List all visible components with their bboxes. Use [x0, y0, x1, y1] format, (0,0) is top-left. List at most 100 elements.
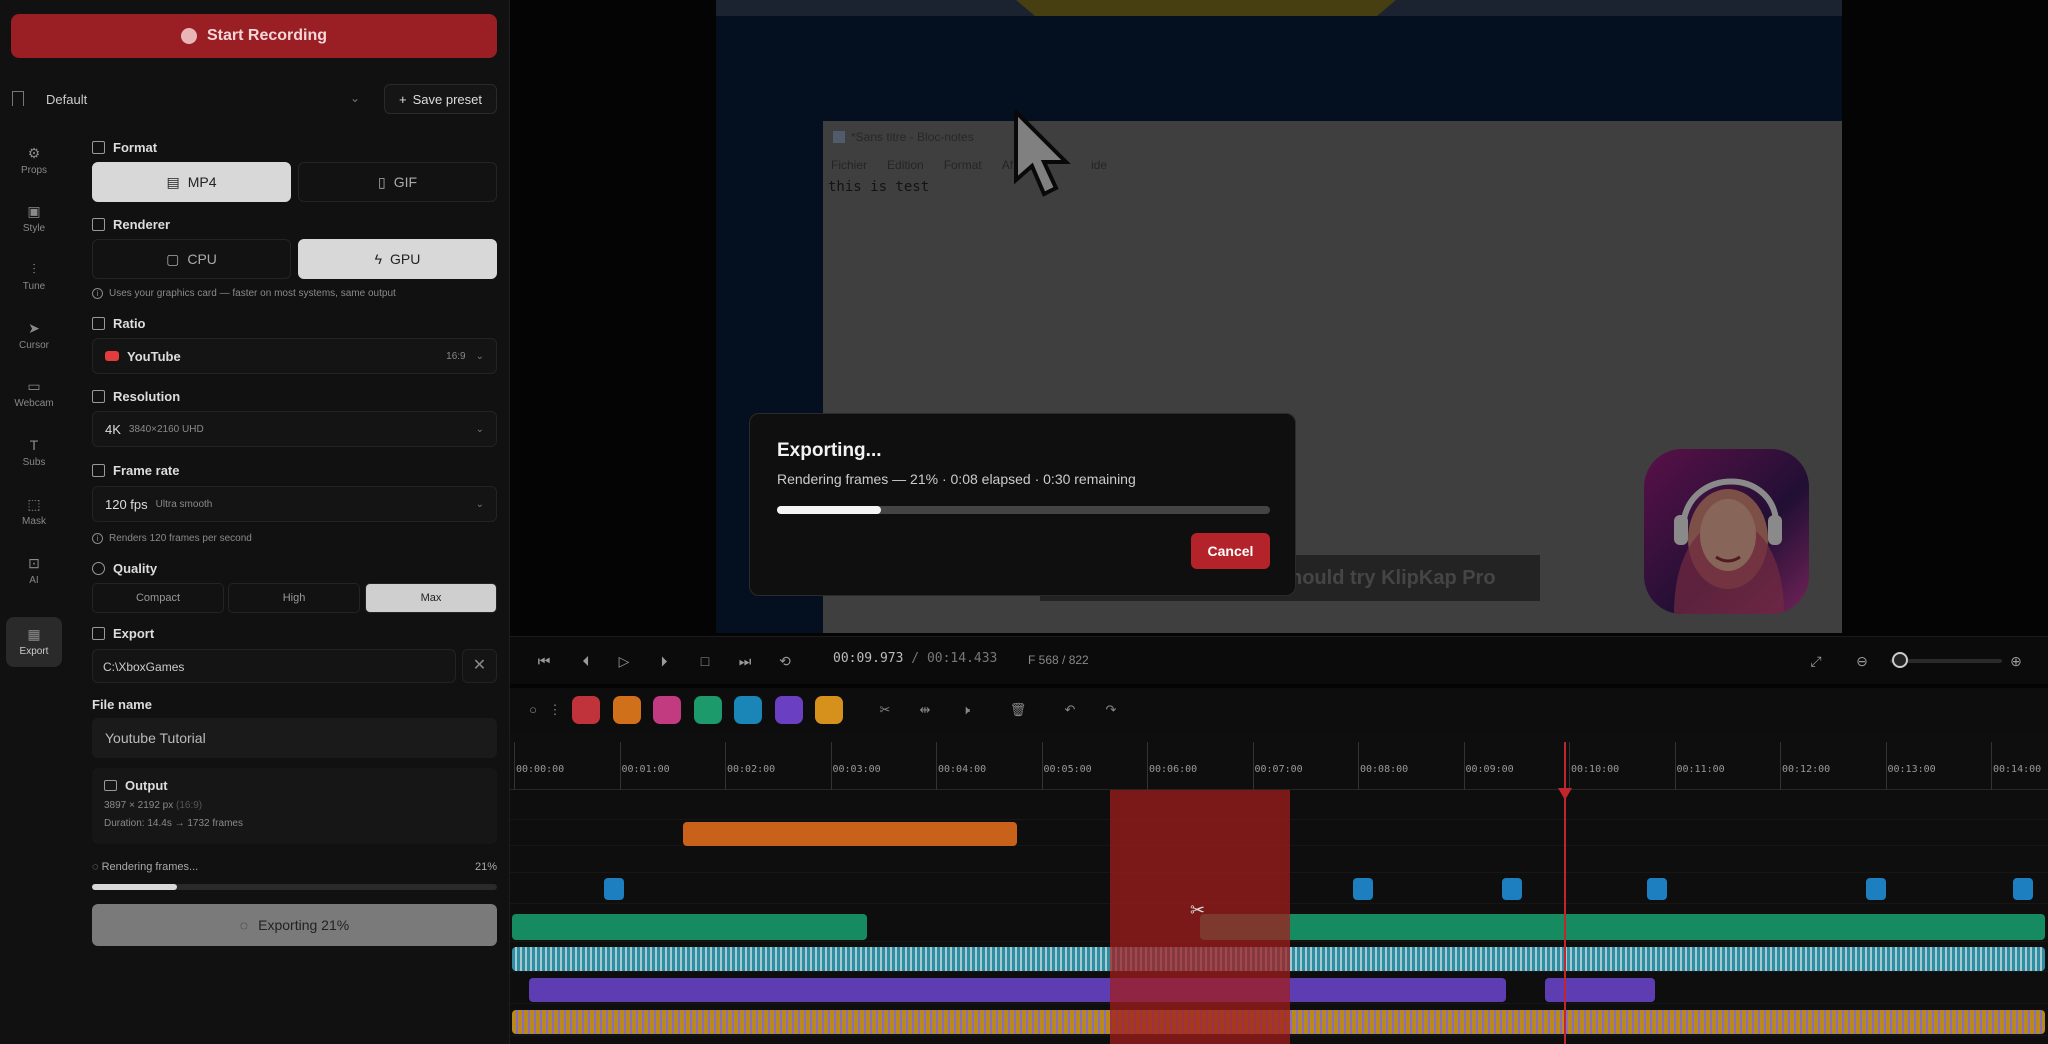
framerate-select[interactable]: 120 fps Ultra smooth ⌄: [92, 486, 497, 522]
ratio-select[interactable]: YouTube 16:9 ⌄: [92, 338, 497, 374]
sidebar-item-cursor[interactable]: ➤ Cursor: [6, 311, 62, 361]
add-track-chip[interactable]: [612, 696, 641, 724]
add-track-chip[interactable]: [815, 696, 843, 724]
save-preset-button[interactable]: + Save preset: [384, 84, 497, 114]
exporting-button[interactable]: ◌ Exporting 21%: [92, 904, 497, 946]
mask-icon: ⬚: [27, 496, 41, 512]
spinner-icon: ◌: [239, 917, 249, 933]
format-mp4-label: MP4: [187, 174, 217, 190]
keyframe[interactable]: [1353, 878, 1373, 900]
zoom-clip[interactable]: [512, 914, 867, 940]
chevron-down-icon: ⌄: [475, 498, 484, 510]
format-mp4-button[interactable]: ▤ MP4: [92, 162, 291, 202]
renderer-cpu-button[interactable]: ▢ CPU: [92, 239, 291, 279]
loop-icon[interactable]: ⟲: [775, 651, 795, 671]
resolution-select[interactable]: 4K 3840×2160 UHD ⌄: [92, 411, 497, 447]
quality-high-button[interactable]: High: [228, 583, 360, 613]
framerate-sub: Ultra smooth: [155, 498, 213, 510]
add-track-chip[interactable]: [734, 696, 762, 724]
sidebar-item-tune[interactable]: ⫶ Tune: [6, 252, 62, 302]
timeline-clip[interactable]: [683, 822, 1017, 846]
drag-handle-icon[interactable]: ⋮: [546, 701, 564, 719]
sidebar-item-webcam[interactable]: ▭ Webcam: [6, 369, 62, 419]
ruler-tick: [1358, 742, 1359, 790]
timeline[interactable]: 00:00:00 00:01:00 00:02:00 00:03:00 00:04:00…: [510, 732, 2048, 1044]
sidebar-item-mask[interactable]: ⬚ Mask: [6, 487, 62, 537]
film-icon: [92, 464, 105, 477]
quality-compact-button[interactable]: Compact: [92, 583, 224, 613]
ratio-value: YouTube: [127, 348, 181, 364]
frame-counter: F 568 / 822: [1028, 653, 1089, 667]
timeline-ruler[interactable]: 00:00:00 00:01:00 00:02:00 00:03:00 00:04:00…: [510, 732, 2048, 790]
format-gif-button[interactable]: ▯ GIF: [298, 162, 497, 202]
info-icon: i: [92, 288, 103, 299]
transport-bar: ⏮ ⏴ ▷ ⏵ □ ⏭ ⟲ 00:09.973 / 00:14.433 F 56…: [510, 636, 2048, 684]
format-title-text: Format: [113, 140, 158, 155]
quality-title: Quality: [92, 561, 157, 576]
render-status-label: Rendering frames...: [101, 861, 199, 873]
renderer-title: Renderer: [92, 217, 170, 232]
export-path-input[interactable]: C:\XboxGames: [92, 649, 456, 683]
step-forward-icon[interactable]: ⏵: [654, 651, 674, 671]
keyframe[interactable]: [1647, 878, 1667, 900]
volume-icon[interactable]: 🕨: [957, 701, 975, 719]
export-title-text: Export: [113, 626, 155, 641]
add-track-chip[interactable]: [693, 696, 722, 724]
chevron-down-icon: ⌄: [475, 350, 484, 362]
ruler-tick-label: 00:07:00: [1254, 764, 1303, 775]
zoom-in-icon[interactable]: ⊕: [2006, 651, 2026, 671]
sidebar-item-ai[interactable]: ⊡ AI: [6, 546, 62, 596]
ruler-tick: [619, 742, 621, 790]
fullscreen-icon[interactable]: ⤢: [1806, 651, 1826, 671]
playhead[interactable]: [1564, 742, 1566, 1044]
close-icon: ✕: [472, 657, 487, 674]
resolution-title: Resolution: [92, 389, 180, 404]
ruler-tick-label: 00:08:00: [1360, 764, 1409, 775]
sidebar-item-label: Cursor: [18, 340, 49, 351]
keyframe[interactable]: [1502, 878, 1522, 900]
skip-end-icon[interactable]: ⏭: [735, 651, 755, 671]
add-track-chip[interactable]: [572, 696, 600, 724]
add-track-chip[interactable]: [774, 696, 803, 724]
ruler-tick-label: 00:12:00: [1782, 764, 1831, 775]
play-icon[interactable]: ▷: [614, 651, 634, 671]
clear-path-button[interactable]: ✕: [462, 649, 497, 683]
keyframe[interactable]: [1866, 878, 1886, 900]
trash-icon[interactable]: 🗑: [1009, 701, 1027, 719]
zoom-slider-handle[interactable]: [1892, 652, 1908, 668]
split-icon[interactable]: ⇹: [916, 701, 934, 719]
output-ratio-text: (16:9): [176, 800, 203, 811]
start-recording-button[interactable]: Start Recording: [11, 14, 497, 58]
zoom-clip[interactable]: [1200, 914, 2045, 940]
undo-icon[interactable]: ↶: [1061, 701, 1079, 719]
add-track-chip[interactable]: [653, 696, 681, 724]
renderer-gpu-button[interactable]: ϟ GPU: [298, 239, 497, 279]
plus-icon: +: [399, 91, 407, 107]
spinner-icon: ◌: [92, 861, 102, 873]
sidebar-item-style[interactable]: ▣ Style: [6, 194, 62, 244]
ruler-tick-label: 00:11:00: [1676, 764, 1725, 775]
stop-icon[interactable]: □: [695, 651, 715, 671]
subtitle-clip[interactable]: [529, 978, 1506, 1002]
subtitle-clip[interactable]: [1545, 978, 1655, 1002]
step-back-icon[interactable]: ⏴: [576, 651, 596, 671]
cancel-button[interactable]: Cancel: [1191, 533, 1270, 569]
layers-icon: [92, 317, 105, 330]
cut-region[interactable]: ✂: [1110, 790, 1290, 1044]
preset-select[interactable]: Default ⌄: [36, 84, 370, 114]
redo-icon[interactable]: ↷: [1102, 701, 1120, 719]
zoom-out-icon[interactable]: ⊖: [1852, 651, 1872, 671]
output-title: Output: [104, 778, 168, 793]
sidebar-item-subs[interactable]: T Subs: [6, 428, 62, 478]
format-icon: [92, 141, 105, 154]
bookmark-icon[interactable]: [12, 91, 24, 106]
record-small-icon[interactable]: ○: [524, 701, 542, 719]
scissors-icon[interactable]: ✂: [876, 701, 894, 719]
keyframe[interactable]: [604, 878, 624, 900]
skip-start-icon[interactable]: ⏮: [534, 651, 554, 671]
quality-max-button[interactable]: Max: [365, 583, 497, 613]
sidebar-item-props[interactable]: ⚙ Props: [6, 136, 62, 186]
filename-input[interactable]: Youtube Tutorial: [92, 718, 497, 758]
keyframe[interactable]: [2013, 878, 2033, 900]
sidebar-item-export[interactable]: ▦ Export: [6, 617, 62, 667]
